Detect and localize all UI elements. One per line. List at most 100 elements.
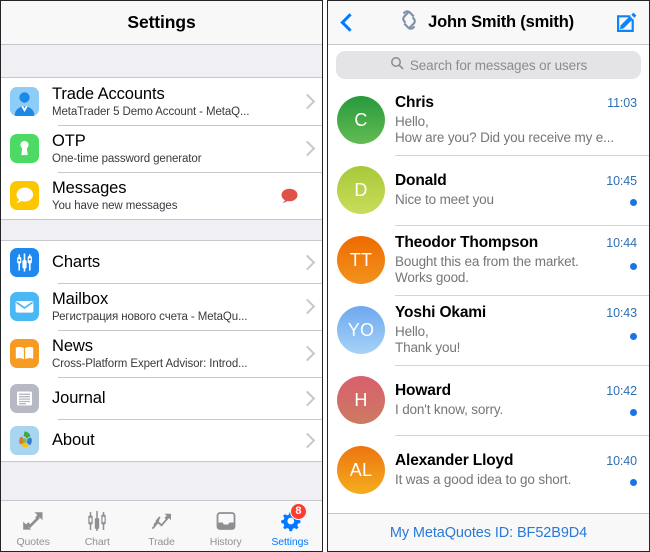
metaquotes-about-icon (10, 425, 39, 455)
message-preview: I don't know, sorry. (395, 402, 637, 419)
avatar-initials: C (354, 109, 368, 130)
preview-line: Hello, (395, 113, 429, 129)
conversation-body: Chris 11:03 Hello, How are you? Did you … (395, 94, 639, 147)
settings-item-title: Messages (52, 178, 127, 197)
settings-item-subtitle: Регистрация нового счета - MetaQu... (52, 310, 248, 323)
settings-item-title: Journal (52, 388, 106, 407)
compose-pencil-icon[interactable] (615, 12, 637, 34)
avatar: C (337, 96, 385, 144)
tab-trade[interactable]: Trade (129, 501, 193, 551)
chevron-right-icon (299, 390, 316, 406)
tab-quotes[interactable]: Quotes (1, 501, 65, 551)
avatar: H (337, 376, 385, 424)
tab-label: Chart (84, 535, 110, 548)
preview-line: It was a good idea to go short. (395, 471, 572, 487)
unread-indicator (630, 409, 637, 417)
avatar-initials: AL (349, 459, 373, 480)
conversation-header: Theodor Thompson 10:44 (395, 234, 637, 252)
settings-item-messages[interactable]: Messages You have new messages (1, 172, 322, 219)
settings-item-otp[interactable]: OTP One-time password generator (1, 125, 322, 172)
history-tray-icon (213, 508, 239, 534)
conversation-body: Yoshi Okami 10:43 Hello, Thank you! (395, 304, 639, 357)
metaquotes-id-link[interactable]: My MetaQuotes ID: BF52B9D4 (390, 525, 587, 541)
search-icon (390, 56, 404, 75)
settings-nav-bar: Settings (1, 1, 322, 45)
settings-item-title: Charts (52, 252, 100, 271)
chat-title-group: John Smith (smith) (356, 8, 615, 37)
message-preview: Bought this ea from the market. Works go… (395, 254, 637, 287)
chat-nav-bar: John Smith (smith) (328, 1, 649, 45)
list-item[interactable]: C Chris 11:03 Hello, How are you? Did yo… (328, 85, 649, 155)
gear-settings-icon: 8 (277, 502, 307, 534)
settings-group-tools: Charts Mailbox Регистрация нового счета … (1, 241, 322, 461)
message-time: 10:45 (606, 173, 637, 188)
message-preview: Hello, How are you? Did you receive my e… (395, 114, 637, 147)
chevron-right-icon (299, 254, 316, 270)
avatar: AL (337, 446, 385, 494)
list-item[interactable]: AL Alexander Lloyd 10:40 It was a good i… (328, 435, 649, 505)
avatar: TT (337, 236, 385, 284)
settings-item-text: Trade Accounts MetaTrader 5 Demo Account… (52, 85, 294, 119)
tab-chart[interactable]: Chart (65, 501, 129, 551)
settings-item-mailbox[interactable]: Mailbox Регистрация нового счета - MetaQ… (1, 283, 322, 330)
tab-settings[interactable]: 8 Settings (258, 501, 322, 551)
chat-title: John Smith (smith) (428, 13, 574, 31)
settings-item-text: Charts (52, 253, 294, 272)
conversation-body: Theodor Thompson 10:44 Bought this ea fr… (395, 234, 639, 287)
conversation-header: Chris 11:03 (395, 94, 637, 112)
settings-item-about[interactable]: About (1, 419, 322, 461)
speech-bubble-icon (10, 181, 39, 210)
settings-item-title: Mailbox (52, 289, 109, 308)
settings-item-subtitle: Cross-Platform Expert Advisor: Introd... (52, 357, 248, 370)
list-item[interactable]: D Donald 10:45 Nice to meet you (328, 155, 649, 225)
search-placeholder: Search for messages or users (409, 57, 588, 73)
search-row: Search for messages or users (328, 45, 649, 85)
unread-indicator (630, 479, 637, 487)
contact-name: Donald (395, 171, 447, 189)
avatar: D (337, 166, 385, 214)
conversation-body: Donald 10:45 Nice to meet you (395, 172, 639, 209)
conversation-list[interactable]: C Chris 11:03 Hello, How are you? Did yo… (328, 85, 649, 513)
preview-line: Nice to meet you (395, 191, 494, 207)
preview-line: How are you? Did you receive my e... (395, 130, 614, 145)
contact-name: Howard (395, 381, 451, 399)
app-screenshot: Settings Trade Accounts MetaTrader 5 Dem… (0, 0, 650, 552)
tab-label: Settings (271, 535, 309, 548)
message-preview: It was a good idea to go short. (395, 472, 637, 489)
message-preview: Nice to meet you (395, 192, 637, 209)
envelope-mail-icon (10, 292, 39, 321)
list-item[interactable]: YO Yoshi Okami 10:43 Hello, Thank you! (328, 295, 649, 365)
settings-item-text: OTP One-time password generator (52, 132, 294, 166)
settings-item-title: Trade Accounts (52, 84, 165, 103)
settings-item-title: News (52, 336, 93, 355)
tab-history[interactable]: History (194, 501, 258, 551)
settings-item-journal[interactable]: Journal (1, 377, 322, 419)
trade-trend-icon (149, 508, 175, 534)
list-item[interactable]: TT Theodor Thompson 10:44 Bought this ea… (328, 225, 649, 295)
message-time: 10:40 (606, 453, 637, 468)
avatar: YO (337, 306, 385, 354)
search-input[interactable]: Search for messages or users (336, 51, 641, 79)
chevron-right-icon (299, 432, 316, 448)
section-spacer-middle (1, 219, 322, 241)
unread-indicator (630, 332, 637, 340)
settings-item-title: OTP (52, 131, 86, 150)
quotes-arrows-icon (20, 508, 46, 534)
list-item[interactable]: H Howard 10:42 I don't know, sorry. (328, 365, 649, 435)
candlestick-icon (84, 508, 110, 534)
page-title: Settings (127, 12, 196, 32)
bottom-tab-bar: Quotes Chart Trade History 8 Settings (1, 500, 322, 551)
settings-item-charts[interactable]: Charts (1, 241, 322, 283)
conversation-body: Alexander Lloyd 10:40 It was a good idea… (395, 452, 639, 489)
settings-item-trade-accounts[interactable]: Trade Accounts MetaTrader 5 Demo Account… (1, 78, 322, 125)
settings-panel: Settings Trade Accounts MetaTrader 5 Dem… (0, 0, 323, 552)
settings-list[interactable]: Trade Accounts MetaTrader 5 Demo Account… (1, 45, 322, 500)
message-time: 10:44 (606, 235, 637, 250)
section-spacer-top (1, 45, 322, 78)
metaquotes-logo-icon (397, 8, 421, 37)
chevron-right-icon (299, 140, 316, 157)
conversation-header: Howard 10:42 (395, 382, 637, 400)
settings-item-text: Mailbox Регистрация нового счета - MetaQ… (52, 290, 294, 324)
settings-item-text: Messages You have new messages (52, 179, 272, 213)
settings-item-news[interactable]: News Cross-Platform Expert Advisor: Intr… (1, 330, 322, 377)
